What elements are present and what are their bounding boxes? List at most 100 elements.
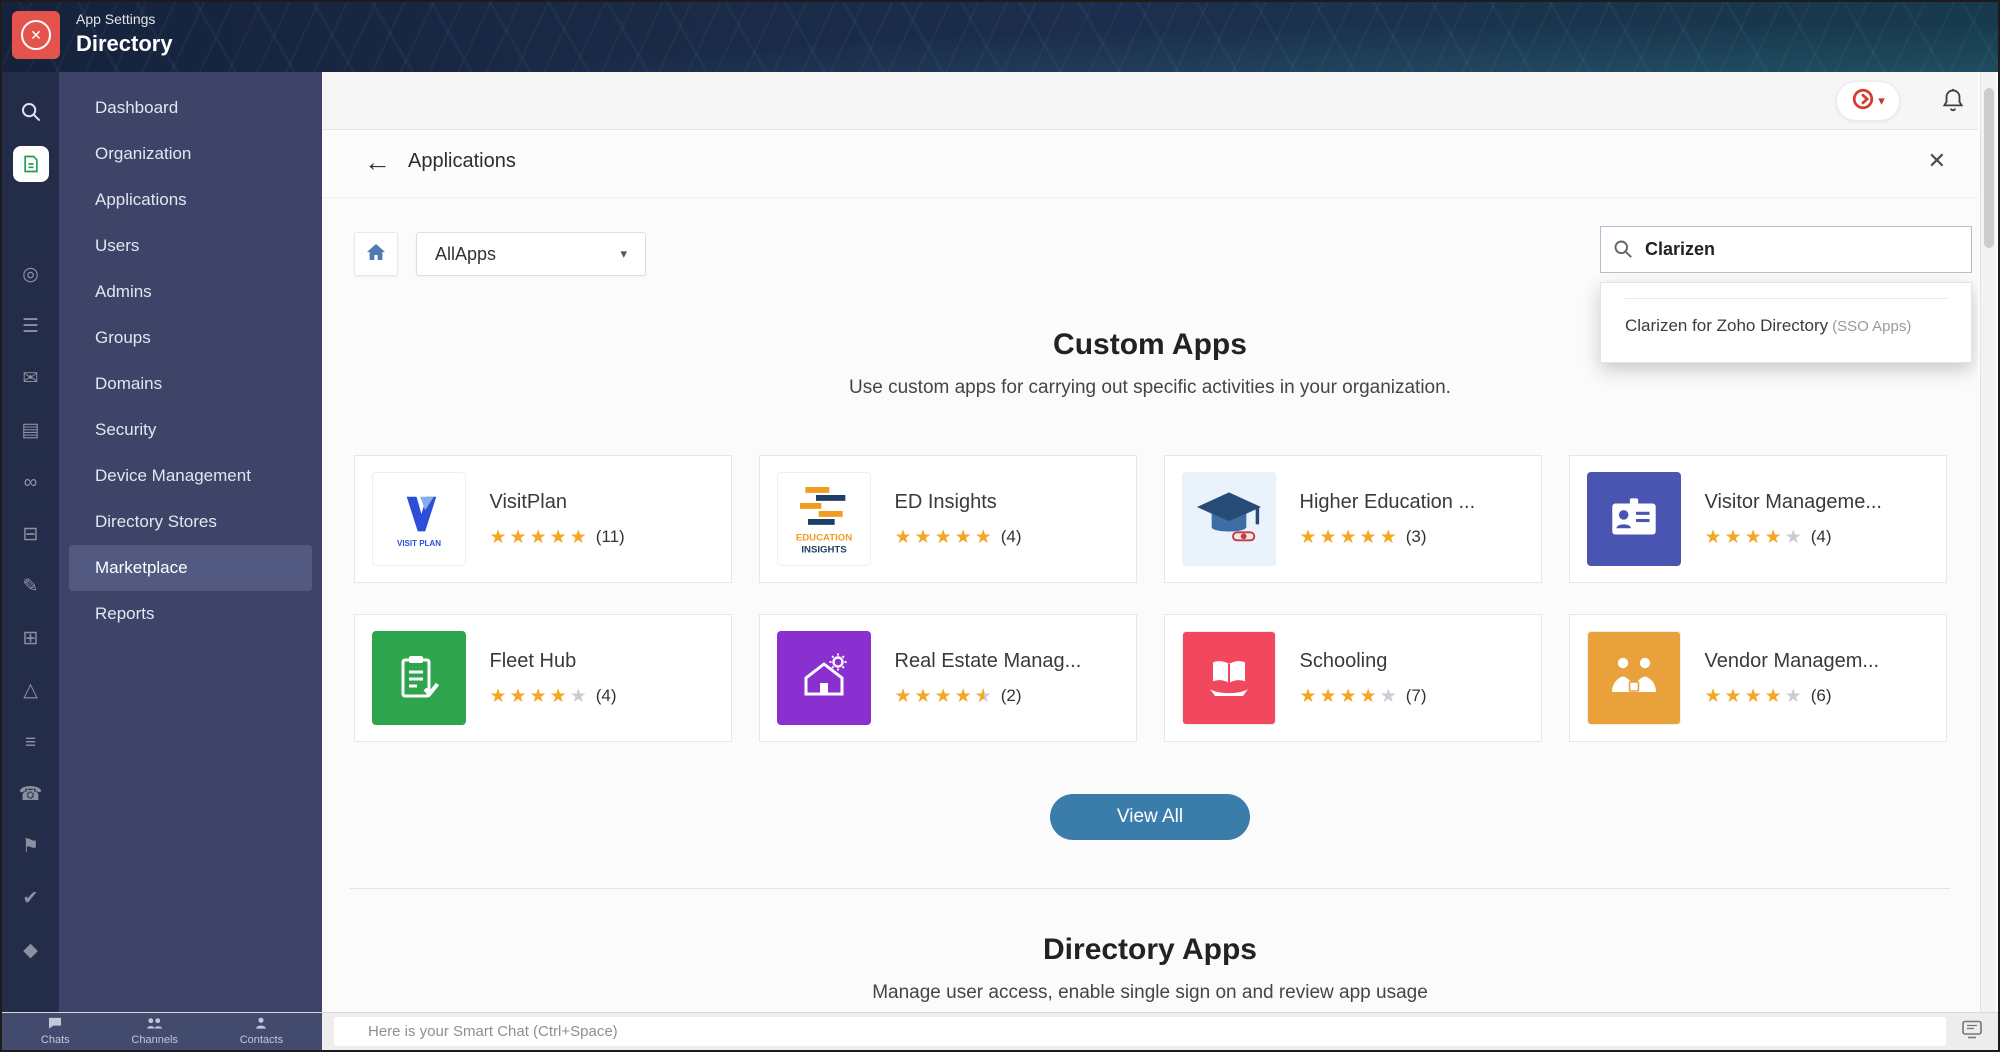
app-name: Higher Education ... <box>1300 491 1476 514</box>
search-suggestion-item[interactable]: Clarizen for Zoho Directory(SSO Apps) <box>1625 312 1947 340</box>
rating-count: (3) <box>1406 527 1427 547</box>
chat-bubble-icon <box>48 1017 62 1032</box>
notifications-bell-icon[interactable] <box>1940 87 1966 119</box>
star-full-icon: ★ <box>1765 528 1782 547</box>
star-full-icon: ★ <box>550 687 567 706</box>
sidebar-item-organization[interactable]: Organization <box>69 131 312 177</box>
home-icon <box>366 243 386 266</box>
shield-icon[interactable]: ◆ <box>2 924 59 976</box>
app-header: ✕ App Settings Directory <box>2 2 1998 72</box>
panel-title: Applications <box>408 150 516 173</box>
scrollbar-thumb[interactable] <box>1984 88 1994 248</box>
ed-insights-logo: EDUCATIONINSIGHTS <box>777 472 871 566</box>
sidebar-item-security[interactable]: Security <box>69 407 312 453</box>
folder-icon[interactable]: ⊟ <box>2 508 59 560</box>
chat-input-area <box>322 1013 1998 1050</box>
user-search-icon[interactable]: ◎ <box>2 248 59 300</box>
briefcase-icon[interactable]: ▤ <box>2 404 59 456</box>
app-title: Directory <box>76 31 173 57</box>
chat-tab-channels[interactable]: Channels <box>131 1017 177 1045</box>
close-app-button[interactable]: ✕ <box>12 11 60 59</box>
star-full-icon: ★ <box>1360 528 1377 547</box>
star-full-icon: ★ <box>1340 687 1357 706</box>
smart-chat-input[interactable] <box>334 1017 1946 1046</box>
sidebar-item-domains[interactable]: Domains <box>69 361 312 407</box>
search-icon[interactable] <box>2 86 59 138</box>
svg-text:EDUCATION: EDUCATION <box>795 532 851 543</box>
rating-count: (7) <box>1406 686 1427 706</box>
star-full-icon: ★ <box>530 687 547 706</box>
link-icon[interactable]: ∞ <box>2 456 59 508</box>
star-full-icon: ★ <box>915 687 932 706</box>
search-input[interactable] <box>1600 226 1972 273</box>
back-arrow-icon[interactable]: ← <box>364 146 391 178</box>
star-full-icon: ★ <box>955 687 972 706</box>
view-all-button[interactable]: View All <box>1050 794 1250 840</box>
app-card[interactable]: Real Estate Manag...★★★★★★(2) <box>759 614 1137 742</box>
star-full-icon: ★ <box>490 528 507 547</box>
app-settings-label: App Settings <box>76 11 173 27</box>
org-chart-icon[interactable]: △ <box>2 664 59 716</box>
rating-count: (4) <box>1001 527 1022 547</box>
app-card[interactable]: Vendor Managem...★★★★★(6) <box>1569 614 1947 742</box>
megaphone-icon[interactable]: ⚑ <box>2 820 59 872</box>
app-card[interactable]: Schooling★★★★★(7) <box>1164 614 1542 742</box>
star-full-icon: ★ <box>1340 528 1357 547</box>
sidebar-item-groups[interactable]: Groups <box>69 315 312 361</box>
star-full-icon: ★ <box>895 687 912 706</box>
pen-icon[interactable]: ✎ <box>2 560 59 612</box>
fleet-hub-logo <box>372 631 466 725</box>
apps-icon[interactable]: ⊞ <box>2 612 59 664</box>
filter-row: AllApps ▾ <box>354 232 646 276</box>
star-full-icon: ★ <box>510 528 527 547</box>
vendor-management-logo <box>1587 631 1681 725</box>
home-button[interactable] <box>354 232 398 276</box>
sidebar-item-device-management[interactable]: Device Management <box>69 453 312 499</box>
sidebar-item-directory-stores[interactable]: Directory Stores <box>69 499 312 545</box>
app-rating: ★★★★★(3) <box>1300 527 1476 547</box>
support-icon[interactable]: ☎ <box>2 768 59 820</box>
custom-apps-subtitle: Use custom apps for carrying out specifi… <box>322 377 1978 399</box>
scrollbar-track[interactable] <box>1980 72 1996 1012</box>
star-full-icon: ★ <box>1745 687 1762 706</box>
sidebar-item-users[interactable]: Users <box>69 223 312 269</box>
sidebar-item-reports[interactable]: Reports <box>69 591 312 637</box>
sidebar-item-admins[interactable]: Admins <box>69 269 312 315</box>
document-icon[interactable]: ≡ <box>2 716 59 768</box>
directory-app-icon[interactable] <box>2 138 59 190</box>
sidebar-item-applications[interactable]: Applications <box>69 177 312 223</box>
app-name: Vendor Managem... <box>1705 650 1880 673</box>
app-card[interactable]: Higher Education ...★★★★★(3) <box>1164 455 1542 583</box>
rating-count: (6) <box>1811 686 1832 706</box>
chat-tab-contacts[interactable]: Contacts <box>240 1017 283 1045</box>
visitplan-logo: VISIT PLAN <box>372 472 466 566</box>
app-rating: ★★★★★(4) <box>895 527 1022 547</box>
account-menu-button[interactable]: ▾ <box>1836 81 1900 121</box>
sidebar-item-dashboard[interactable]: Dashboard <box>69 85 312 131</box>
app-card[interactable]: VISIT PLANVisitPlan★★★★★(11) <box>354 455 732 583</box>
rating-count: (4) <box>1811 527 1832 547</box>
star-full-icon: ★ <box>1300 528 1317 547</box>
applications-panel-header: ← Applications ✕ <box>322 130 1978 198</box>
chat-icon[interactable]: ✉ <box>2 352 59 404</box>
star-full-icon: ★ <box>1745 528 1762 547</box>
star-full-icon: ★ <box>510 687 527 706</box>
smart-chat-bar: Chats Channels Contacts <box>2 1012 1998 1050</box>
star-full-icon: ★ <box>1380 528 1397 547</box>
sliders-icon[interactable]: ☰ <box>2 300 59 352</box>
tasks-icon[interactable]: ✔ <box>2 872 59 924</box>
close-panel-icon[interactable]: ✕ <box>1928 148 1946 174</box>
app-card[interactable]: Visitor Manageme...★★★★★(4) <box>1569 455 1947 583</box>
app-rating: ★★★★★(6) <box>1705 686 1880 706</box>
app-card[interactable]: EDUCATIONINSIGHTSED Insights★★★★★(4) <box>759 455 1137 583</box>
chat-panel-icon[interactable] <box>1962 1020 1982 1043</box>
star-empty-icon: ★ <box>1785 687 1802 706</box>
apps-filter-dropdown[interactable]: AllApps ▾ <box>416 232 646 276</box>
app-name: Visitor Manageme... <box>1705 491 1883 514</box>
star-full-icon: ★ <box>1705 687 1722 706</box>
app-card[interactable]: Fleet Hub★★★★★(4) <box>354 614 732 742</box>
chat-tab-chats[interactable]: Chats <box>41 1017 70 1045</box>
sidebar-item-marketplace[interactable]: Marketplace <box>69 545 312 591</box>
directory-apps-title: Directory Apps <box>322 933 1978 967</box>
real-estate-logo <box>777 631 871 725</box>
